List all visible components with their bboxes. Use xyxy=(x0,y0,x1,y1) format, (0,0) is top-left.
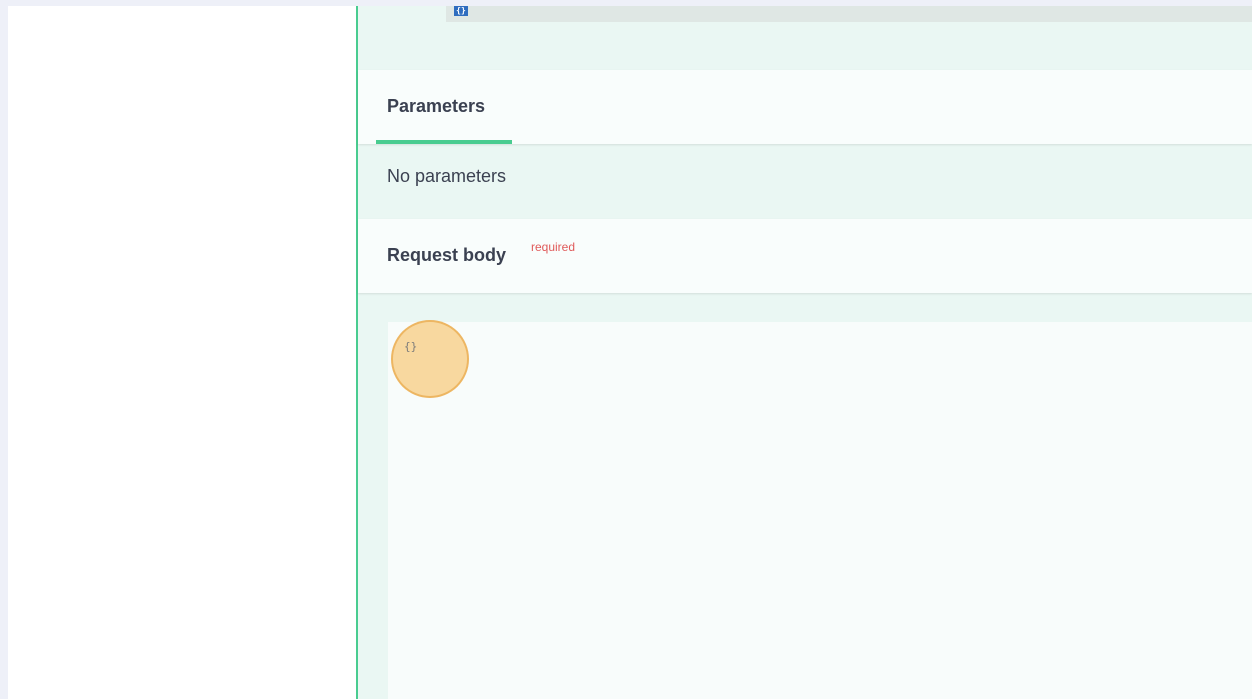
parameters-header: Parameters xyxy=(358,70,1252,144)
tab-parameters-label: Parameters xyxy=(387,96,486,116)
tab-parameters[interactable]: Parameters xyxy=(376,70,512,144)
request-body-editor[interactable]: {} xyxy=(388,320,1252,699)
operation-panel: {} Parameters No parameters Request body… xyxy=(356,6,1252,699)
swagger-page: {} Parameters No parameters Request body… xyxy=(0,0,1252,699)
required-badge: required xyxy=(531,240,576,254)
code-icon: {} xyxy=(454,6,468,16)
request-body-editor-value[interactable]: {} xyxy=(404,340,417,353)
sidebar xyxy=(8,6,356,699)
top-code-block: {} xyxy=(446,6,1252,22)
request-body-title: Request body xyxy=(387,245,507,265)
request-body-header: Request body required xyxy=(358,219,1252,293)
click-indicator xyxy=(391,320,469,398)
no-parameters-text: No parameters xyxy=(387,166,507,186)
